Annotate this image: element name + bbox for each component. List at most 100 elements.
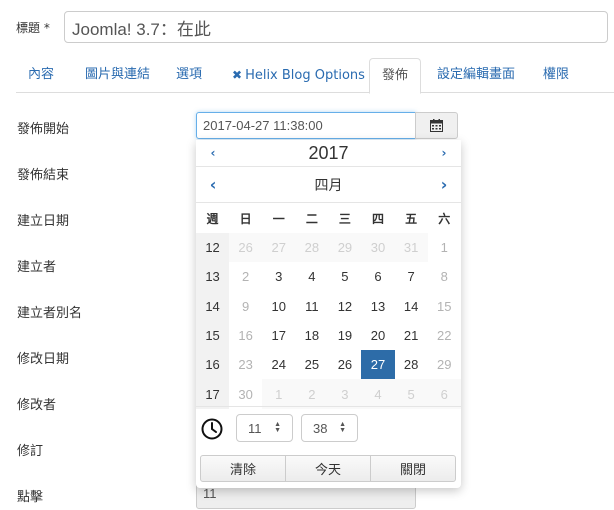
calendar-day[interactable]: 5	[328, 262, 361, 291]
calendar-day[interactable]: 15	[428, 292, 461, 321]
weekday-header: 三	[338, 211, 351, 226]
time-row: 11 ▲ ▼ 38 ▲ ▼	[196, 406, 461, 449]
calendar-day[interactable]: 7	[395, 262, 428, 291]
tab-label: 圖片與連結	[85, 67, 151, 82]
calendar-grid: 週日一二三四五六 12 26 27 28 29 30 31 1 13 2 3 4 5 6 7 8 14 9 10 11…	[196, 203, 461, 409]
weekday-header: 四	[372, 211, 385, 226]
tab-label: 設定編輯畫面	[437, 67, 516, 82]
calendar-day[interactable]: 1	[428, 233, 461, 262]
calendar-day[interactable]: 3	[328, 379, 362, 409]
tab-options[interactable]: 選項	[164, 58, 214, 93]
calendar-day[interactable]: 20	[361, 321, 394, 350]
spinner-arrows-icon: ▲ ▼	[339, 421, 346, 434]
calendar-day[interactable]: 17	[262, 321, 295, 350]
publish-up-input[interactable]	[196, 112, 416, 139]
calendar-day[interactable]: 2	[295, 379, 329, 409]
calendar-day[interactable]: 18	[295, 321, 328, 350]
prev-month-button[interactable]: ‹	[196, 175, 230, 194]
calendar-day[interactable]: 27	[262, 233, 296, 263]
calendar-day[interactable]: 8	[428, 262, 461, 291]
weekday-header: 六	[438, 211, 451, 226]
calendar-day[interactable]: 28	[295, 233, 329, 263]
calendar-day[interactable]: 3	[262, 262, 295, 291]
weekday-header-row: 週日一二三四五六	[196, 203, 461, 233]
modified-date-label: 修改日期	[17, 352, 70, 367]
calendar-day[interactable]: 25	[295, 350, 328, 379]
weekday-header: 二	[305, 211, 318, 226]
calendar-day[interactable]: 21	[395, 321, 428, 350]
year-nav: ‹ 2017 ›	[196, 140, 461, 167]
calendar-day[interactable]: 12	[328, 292, 361, 321]
calendar-day[interactable]: 6	[361, 262, 394, 291]
calendar-button[interactable]	[415, 112, 458, 139]
next-year-button[interactable]: ›	[427, 146, 461, 160]
minute-select[interactable]: 38 ▲ ▼	[301, 414, 358, 442]
calendar-day[interactable]: 31	[394, 233, 428, 263]
calendar-day[interactable]: 30	[361, 233, 395, 263]
calendar-week-row: 16 23 24 25 26 27 28 29	[196, 350, 461, 380]
calendar-day[interactable]: 26	[229, 233, 263, 263]
calendar-day[interactable]: 24	[262, 350, 295, 379]
close-button[interactable]: 關閉	[370, 455, 456, 482]
tab-label: Helix Blog Options	[245, 68, 365, 83]
calendar-day[interactable]: 9	[229, 292, 262, 321]
weekday-header: 一	[272, 211, 285, 226]
tab-images-links[interactable]: 圖片與連結	[73, 58, 162, 93]
tab-editor-config[interactable]: 設定編輯畫面	[425, 58, 527, 93]
created-by-label: 建立者	[17, 260, 57, 275]
calendar-day[interactable]: 29	[328, 233, 362, 263]
calendar-day[interactable]: 28	[395, 350, 428, 379]
next-month-button[interactable]: ›	[427, 175, 461, 194]
calendar-week-row: 17 30 1 2 3 4 5 6	[196, 379, 461, 409]
tab-helix-blog-options[interactable]: ✖ Helix Blog Options	[220, 58, 377, 93]
week-number: 17	[196, 379, 230, 409]
today-button[interactable]: 今天	[285, 455, 371, 482]
tab-content[interactable]: 內容	[16, 58, 66, 93]
calendar-day-selected[interactable]: 27	[361, 350, 395, 380]
calendar-day[interactable]: 26	[328, 350, 361, 379]
created-date-label: 建立日期	[17, 214, 70, 229]
calendar-day[interactable]: 30	[229, 379, 262, 408]
calendar-day[interactable]: 19	[328, 321, 361, 350]
week-number: 13	[196, 262, 230, 292]
tab-permissions[interactable]: 權限	[531, 58, 581, 93]
spinner-arrows-icon: ▲ ▼	[274, 421, 281, 434]
year-title[interactable]: 2017	[230, 143, 427, 164]
calendar-day[interactable]: 11	[295, 292, 328, 321]
calendar-day[interactable]: 10	[262, 292, 295, 321]
calendar-day[interactable]: 13	[361, 292, 394, 321]
calendar-week-row: 13 2 3 4 5 6 7 8	[196, 262, 461, 292]
calendar-day[interactable]: 5	[394, 379, 428, 409]
date-picker-popup: ‹ 2017 › ‹ 四月 › 週日一二三四五六 12 26 27 28 29 30 31 1…	[196, 140, 461, 488]
modified-by-label: 修改者	[17, 398, 57, 413]
week-number-header: 週	[206, 211, 219, 226]
hour-value: 11	[248, 420, 262, 436]
title-label: 標題 *	[16, 21, 50, 35]
calendar-day[interactable]: 4	[295, 262, 328, 291]
hour-select[interactable]: 11 ▲ ▼	[236, 414, 293, 442]
calendar-week-row: 15 16 17 18 19 20 21 22	[196, 320, 461, 351]
tab-publishing[interactable]: 發佈	[369, 58, 422, 94]
calendar-day[interactable]: 22	[428, 321, 461, 350]
tab-label: 權限	[543, 67, 570, 82]
prev-year-button[interactable]: ‹	[196, 146, 230, 160]
calendar-day[interactable]: 4	[361, 379, 395, 409]
clock-icon	[201, 418, 223, 440]
title-row: 標題 *	[16, 11, 614, 45]
calendar-day[interactable]: 14	[395, 292, 428, 321]
title-input[interactable]	[64, 11, 608, 43]
picker-button-group: 清除 今天 關閉	[200, 455, 456, 482]
calendar-day[interactable]: 16	[229, 321, 262, 350]
revision-label: 修訂	[17, 444, 44, 459]
calendar-day[interactable]: 1	[262, 379, 296, 409]
week-number: 15	[196, 320, 230, 351]
clear-button[interactable]: 清除	[200, 455, 286, 482]
calendar-day[interactable]: 29	[428, 350, 461, 379]
calendar-day[interactable]: 2	[229, 262, 262, 291]
calendar-day[interactable]: 23	[229, 350, 262, 379]
month-title[interactable]: 四月	[230, 175, 427, 195]
joomla-icon: ✖	[232, 68, 243, 82]
weekday-header: 日	[239, 211, 252, 226]
calendar-day[interactable]: 6	[427, 379, 461, 409]
publish-down-label: 發佈結束	[17, 168, 70, 183]
